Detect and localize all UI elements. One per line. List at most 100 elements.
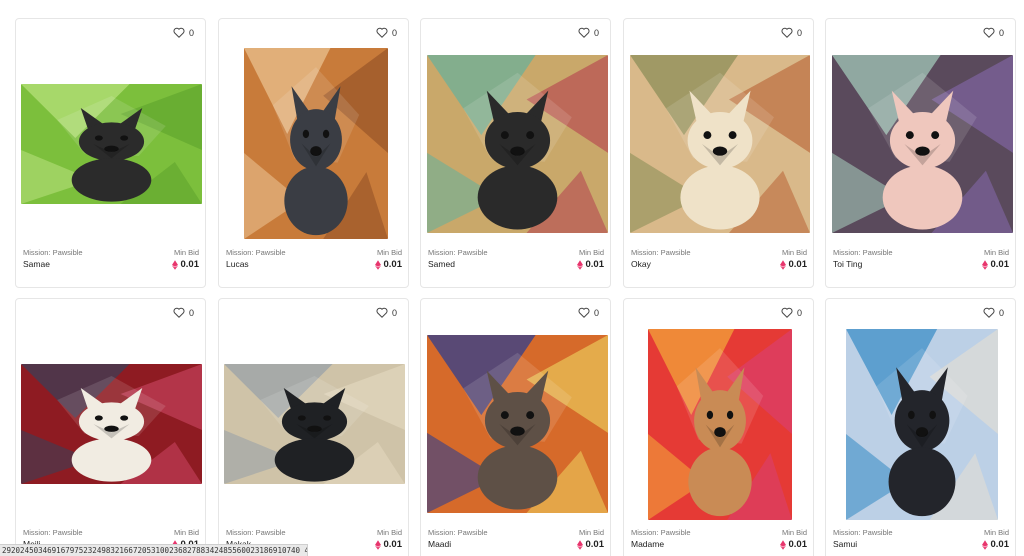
- nft-card[interactable]: 0 Mission: Pawsible Min Bid Samui 0.01: [825, 298, 1016, 556]
- like-button[interactable]: 0: [173, 27, 194, 38]
- min-bid-price: 0.01: [779, 259, 807, 270]
- nft-card[interactable]: 0 Mission: Pawsible Min Bid Samed 0.01: [420, 18, 611, 288]
- like-button[interactable]: 0: [376, 27, 397, 38]
- mission-label: Mission: Pawsible: [428, 248, 488, 257]
- mission-label: Mission: Pawsible: [428, 528, 488, 537]
- like-count: 0: [796, 27, 802, 38]
- eth-icon: [981, 259, 988, 270]
- nft-name[interactable]: Samed: [428, 259, 455, 269]
- eth-icon: [576, 539, 583, 550]
- nft-card[interactable]: 0 Mission: Pawsible Min Bid Lucas 0.01: [218, 18, 409, 288]
- min-bid-price: 0.01: [171, 259, 200, 270]
- like-button[interactable]: 0: [781, 27, 802, 38]
- mission-label: Mission: Pawsible: [833, 248, 893, 257]
- nft-image[interactable]: [21, 364, 202, 484]
- nft-card[interactable]: 0 Mission: Pawsible Min Bid Samae 0.01: [15, 18, 206, 288]
- price-value: 0.01: [383, 259, 403, 270]
- like-button[interactable]: 0: [578, 307, 599, 318]
- like-count: 0: [593, 27, 599, 38]
- nft-name[interactable]: Okay: [631, 259, 651, 269]
- nft-image[interactable]: [21, 84, 202, 204]
- nft-name[interactable]: Lucas: [226, 259, 249, 269]
- eth-icon: [374, 259, 381, 270]
- nft-name[interactable]: Samui: [833, 539, 857, 549]
- like-count: 0: [998, 27, 1004, 38]
- price-value: 0.01: [788, 539, 808, 550]
- min-bid-price: 0.01: [576, 259, 605, 270]
- like-count: 0: [998, 307, 1004, 318]
- eth-icon: [981, 539, 988, 550]
- nft-card[interactable]: 0 Mission: Pawsible Min Bid Madame 0.01: [623, 298, 814, 556]
- nft-name[interactable]: Toi Ting: [833, 259, 862, 269]
- min-bid-label: Min Bid: [376, 528, 402, 537]
- mission-label: Mission: Pawsible: [631, 528, 691, 537]
- min-bid-price: 0.01: [981, 259, 1009, 270]
- mission-label: Mission: Pawsible: [23, 248, 83, 257]
- eth-icon: [779, 539, 786, 550]
- nft-name[interactable]: Samae: [23, 259, 50, 269]
- min-bid-label: Min Bid: [376, 248, 402, 257]
- nft-image[interactable]: [832, 55, 1013, 233]
- like-button[interactable]: 0: [983, 307, 1004, 318]
- heart-icon: [376, 307, 388, 318]
- min-bid-price: 0.01: [576, 539, 604, 550]
- price-value: 0.01: [585, 259, 605, 270]
- nft-image[interactable]: [224, 364, 405, 484]
- min-bid-price: 0.01: [374, 259, 403, 270]
- min-bid-label: Min Bid: [781, 248, 807, 257]
- min-bid-label: Min Bid: [173, 248, 199, 257]
- nft-image[interactable]: [648, 329, 792, 520]
- min-bid-label: Min Bid: [781, 528, 807, 537]
- heart-icon: [376, 27, 388, 38]
- eth-icon: [779, 259, 786, 270]
- min-bid-label: Min Bid: [173, 528, 199, 537]
- nft-name[interactable]: Maadi: [428, 539, 451, 549]
- heart-icon: [781, 27, 793, 38]
- min-bid-price: 0.01: [779, 539, 808, 550]
- mission-label: Mission: Pawsible: [833, 528, 893, 537]
- price-value: 0.01: [180, 259, 200, 270]
- min-bid-label: Min Bid: [578, 528, 604, 537]
- min-bid-price: 0.01: [981, 539, 1010, 550]
- status-bar-url: 2920245034691679752324983216672053100236…: [0, 544, 308, 556]
- nft-card[interactable]: 0Mission: PawsibleMin BidMakak0.01: [218, 298, 409, 556]
- eth-icon: [374, 539, 381, 550]
- mission-label: Mission: Pawsible: [23, 528, 83, 537]
- eth-icon: [171, 259, 178, 270]
- eth-icon: [576, 259, 583, 270]
- like-button[interactable]: 0: [376, 307, 397, 318]
- mission-label: Mission: Pawsible: [631, 248, 691, 257]
- heart-icon: [578, 307, 590, 318]
- heart-icon: [983, 27, 995, 38]
- nft-card[interactable]: 0 Mission: Pawsible Min Bid Maadi 0.01: [420, 298, 611, 556]
- heart-icon: [781, 307, 793, 318]
- nft-image[interactable]: [244, 48, 388, 239]
- like-count: 0: [188, 307, 194, 318]
- like-button[interactable]: 0: [781, 307, 802, 318]
- like-button[interactable]: 0: [578, 27, 599, 38]
- like-count: 0: [188, 27, 194, 38]
- price-value: 0.01: [383, 539, 403, 550]
- heart-icon: [173, 307, 185, 318]
- nft-card[interactable]: 0 Mission: Pawsible Min Bid Okay 0.01: [623, 18, 814, 288]
- nft-name[interactable]: Madame: [631, 539, 664, 549]
- like-button[interactable]: 0: [983, 27, 1004, 38]
- min-bid-label: Min Bid: [578, 248, 604, 257]
- like-count: 0: [796, 307, 802, 318]
- min-bid-label: Min Bid: [983, 248, 1009, 257]
- like-count: 0: [593, 307, 599, 318]
- nft-image[interactable]: [427, 55, 608, 233]
- like-count: 0: [391, 307, 397, 318]
- min-bid-label: Min Bid: [983, 528, 1009, 537]
- heart-icon: [578, 27, 590, 38]
- nft-image[interactable]: [630, 55, 810, 233]
- mission-label: Mission: Pawsible: [226, 248, 286, 257]
- nft-card[interactable]: 0Mission: PawsibleMin BidMeili0.01: [15, 298, 206, 556]
- nft-image[interactable]: [846, 329, 998, 520]
- like-count: 0: [391, 27, 397, 38]
- nft-card[interactable]: 0 Mission: Pawsible Min Bid Toi Ting 0.01: [825, 18, 1016, 288]
- like-button[interactable]: 0: [173, 307, 194, 318]
- price-value: 0.01: [990, 539, 1010, 550]
- nft-image[interactable]: [427, 335, 608, 513]
- min-bid-price: 0.01: [374, 539, 403, 550]
